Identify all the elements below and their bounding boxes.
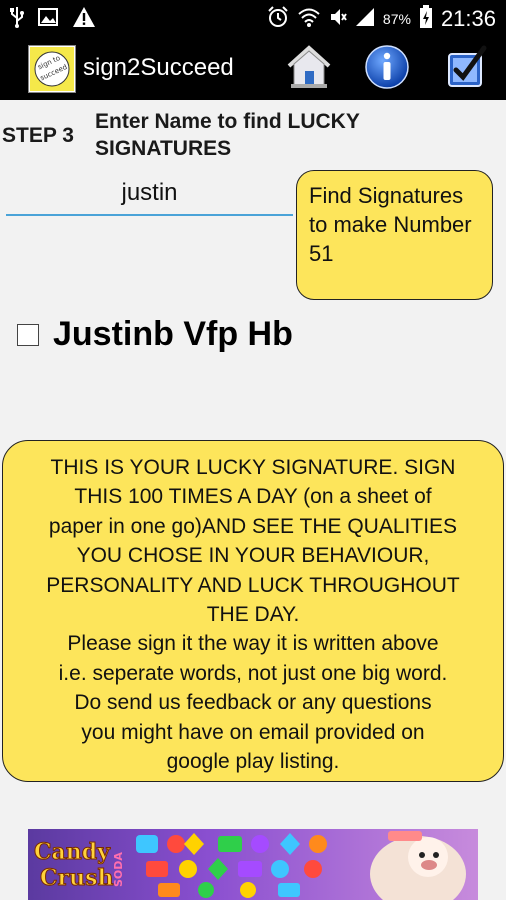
info-line: THIS IS YOUR LUCKY SIGNATURE. SIGN [50,456,456,479]
ad-banner[interactable]: Candy Crush SODA [28,829,478,900]
info-line: you might have on email provided on [81,720,425,744]
app-logo: sign to succeed [28,45,76,93]
info-message-box: THIS IS YOUR LUCKY SIGNATURE. SIGN THIS … [2,440,504,782]
checklist-button[interactable] [442,44,492,94]
info-line: THIS 100 TIMES A DAY (on a sheet of [74,485,432,509]
usb-icon [10,6,24,32]
status-time: 21:36 [440,6,496,31]
mute-icon [329,7,347,31]
home-icon [285,44,333,94]
ad-character [370,831,466,900]
instruction-text: Enter Name to find LUCKY SIGNATURES [95,110,360,160]
app-title: sign2Succeed [83,54,234,81]
ad-candies [136,833,327,898]
battery-percent: 87% [382,11,411,27]
info-line: paper in one go)AND SEE THE QUALITIES [48,514,458,538]
signature-checkbox[interactable] [17,323,39,346]
info-line: google play listing. [166,750,340,774]
signal-icon [355,7,375,31]
ad-logo: Candy Crush SODA [34,839,126,892]
info-icon [364,44,410,94]
wifi-icon [297,7,321,31]
signature-text: Justinb Vfp Hb [53,315,293,353]
home-button[interactable] [284,44,334,94]
action-bar: sign to succeed sign2Succeed [0,38,506,100]
signature-row[interactable]: Justinb Vfp Hb [17,315,293,354]
info-line: Please sign it the way it is written abo… [67,632,439,656]
ad-brand-line3: SODA [112,852,125,887]
alarm-icon [267,6,289,32]
find-signatures-button[interactable]: Find Signatures to make Number 51 [296,170,493,300]
main-content: STEP 3 Enter Name to find LUCKY SIGNATUR… [0,100,506,900]
name-input[interactable] [6,172,293,216]
ad-brand-line1: Candy [34,839,111,865]
status-bar: 87% 21:36 [0,0,506,38]
ad-brand-line2: Crush [40,865,113,891]
info-line: i.e. seperate words, not just one big wo… [58,661,448,685]
info-line: YOU CHOSE IN YOUR BEHAVIOUR, [76,544,430,568]
info-line: Do send us feedback or any questions [74,691,432,715]
step-label: STEP 3 [2,124,74,147]
checklist-icon [444,44,490,94]
info-line: PERSONALITY AND LUCK THROUGHOUT [46,573,460,597]
info-line: THE DAY. [206,603,300,627]
warning-icon [72,6,96,32]
image-icon [38,8,58,30]
battery-icon [419,5,433,33]
info-button[interactable] [362,44,412,94]
